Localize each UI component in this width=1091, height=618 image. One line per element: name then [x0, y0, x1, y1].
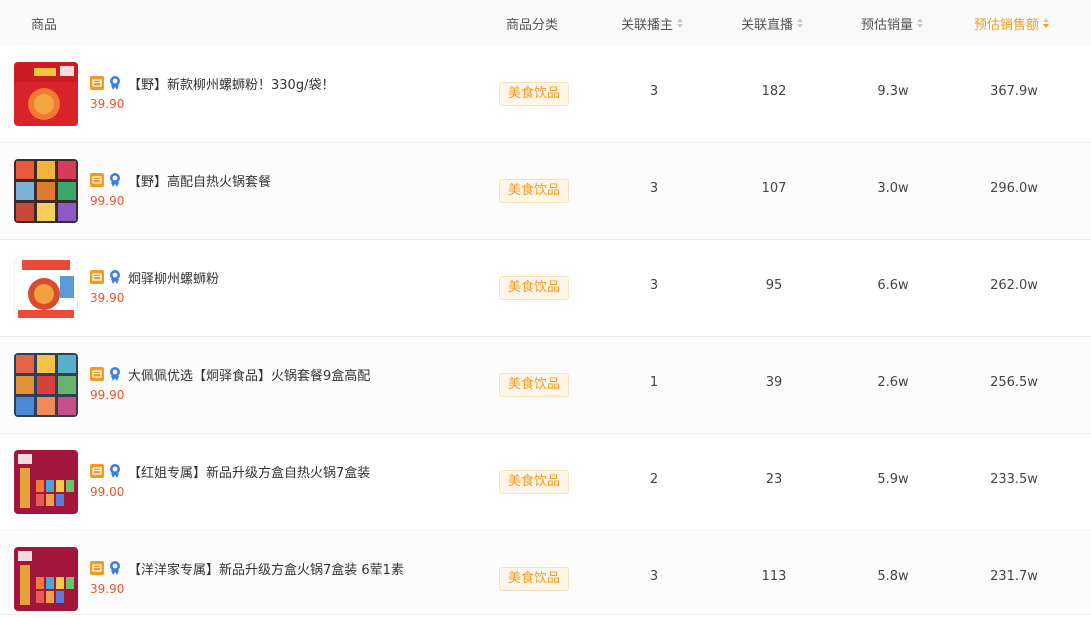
live-count: 182 [761, 84, 787, 99]
shop-icon [90, 76, 104, 90]
product-thumbnail[interactable] [14, 62, 78, 126]
sales-revenue: 296.0w [990, 181, 1038, 196]
product-thumbnail[interactable] [14, 450, 78, 514]
category-tag: 美食饮品 [499, 373, 570, 397]
table-row[interactable]: 大佩佩优选【炯驿食品】火锅套餐9盒高配 99.90 美食饮品 1 39 2.6w… [0, 337, 1091, 434]
product-title[interactable]: 【洋洋家专属】新品升级方盒火锅7盒装 6荤1素 [128, 559, 404, 578]
table-row[interactable]: 【野】新款柳州螺蛳粉！330g/袋！ 39.90 美食饮品 3 182 9.3w… [0, 46, 1091, 143]
table-row[interactable]: 【野】高配自热火锅套餐 99.90 美食饮品 3 107 3.0w 296.0w [0, 143, 1091, 240]
shop-icon [90, 173, 104, 187]
award-icon [108, 366, 122, 382]
award-icon [108, 172, 122, 188]
header-anchors-label: 关联播主 [621, 17, 674, 33]
header-product: 商品 [31, 17, 58, 33]
product-thumbnail[interactable] [14, 353, 78, 417]
sales-volume: 9.3w [877, 84, 909, 99]
sales-revenue: 233.5w [990, 472, 1038, 487]
table-row[interactable]: 【洋洋家专属】新品升级方盒火锅7盒装 6荤1素 39.90 美食饮品 3 113… [0, 531, 1091, 615]
shop-icon [90, 561, 104, 575]
sales-volume: 5.9w [877, 472, 909, 487]
anchor-count: 1 [649, 375, 659, 390]
sales-volume: 6.6w [877, 278, 909, 293]
category-tag: 美食饮品 [499, 82, 570, 106]
sales-revenue: 367.9w [990, 84, 1038, 99]
header-revenue[interactable]: 预估销售额 [974, 0, 1050, 46]
product-price: 39.90 [90, 582, 125, 596]
live-count: 23 [765, 472, 783, 487]
sort-icon [1043, 18, 1050, 28]
sort-icon [677, 18, 684, 28]
header-sales[interactable]: 预估销量 [861, 0, 924, 46]
header-lives-label: 关联直播 [741, 17, 794, 33]
table-row[interactable]: 【红姐专属】新品升级方盒自热火锅7盒装 99.00 美食饮品 2 23 5.9w… [0, 434, 1091, 531]
table-row[interactable]: 炯驿柳州螺蛳粉 39.90 美食饮品 3 95 6.6w 262.0w [0, 240, 1091, 337]
live-count: 39 [765, 375, 783, 390]
anchor-count: 3 [649, 181, 659, 196]
product-title[interactable]: 【红姐专属】新品升级方盒自热火锅7盒装 [128, 462, 370, 481]
category-tag: 美食饮品 [499, 470, 570, 494]
product-title[interactable]: 【野】高配自热火锅套餐 [128, 171, 271, 190]
product-title[interactable]: 【野】新款柳州螺蛳粉！330g/袋！ [128, 74, 334, 93]
sales-revenue: 256.5w [990, 375, 1038, 390]
product-price: 99.00 [90, 485, 125, 499]
product-thumbnail[interactable] [14, 159, 78, 223]
header-lives[interactable]: 关联直播 [741, 0, 804, 46]
sales-volume: 3.0w [877, 181, 909, 196]
category-tag: 美食饮品 [499, 179, 570, 203]
shop-icon [90, 367, 104, 381]
award-icon [108, 560, 122, 576]
live-count: 113 [761, 569, 787, 584]
anchor-count: 2 [649, 472, 659, 487]
sales-revenue: 231.7w [990, 569, 1038, 584]
header-revenue-label: 预估销售额 [974, 17, 1040, 33]
award-icon [108, 269, 122, 285]
category-tag: 美食饮品 [499, 276, 570, 300]
sales-volume: 5.8w [877, 569, 909, 584]
sales-volume: 2.6w [877, 375, 909, 390]
header-sales-label: 预估销量 [861, 17, 914, 33]
anchor-count: 3 [649, 84, 659, 99]
sort-icon [797, 18, 804, 28]
product-table: 商品 商品分类 关联播主 关联直播 预估销量 预估销售额 【野】新款柳州螺蛳粉！… [0, 0, 1091, 615]
product-price: 99.90 [90, 194, 125, 208]
sort-icon [917, 18, 924, 28]
header-category: 商品分类 [506, 17, 559, 33]
header-anchors[interactable]: 关联播主 [621, 0, 684, 46]
category-tag: 美食饮品 [499, 567, 570, 591]
live-count: 107 [761, 181, 787, 196]
product-thumbnail[interactable] [14, 547, 78, 611]
award-icon [108, 463, 122, 479]
table-header: 商品 商品分类 关联播主 关联直播 预估销量 预估销售额 [0, 0, 1091, 46]
anchor-count: 3 [649, 278, 659, 293]
shop-icon [90, 464, 104, 478]
product-thumbnail[interactable] [14, 256, 78, 320]
product-price: 39.90 [90, 291, 125, 305]
product-price: 99.90 [90, 388, 125, 402]
product-title[interactable]: 大佩佩优选【炯驿食品】火锅套餐9盒高配 [128, 365, 370, 384]
shop-icon [90, 270, 104, 284]
sales-revenue: 262.0w [990, 278, 1038, 293]
anchor-count: 3 [649, 569, 659, 584]
product-title[interactable]: 炯驿柳州螺蛳粉 [128, 268, 219, 287]
product-price: 39.90 [90, 97, 125, 111]
live-count: 95 [765, 278, 783, 293]
award-icon [108, 75, 122, 91]
